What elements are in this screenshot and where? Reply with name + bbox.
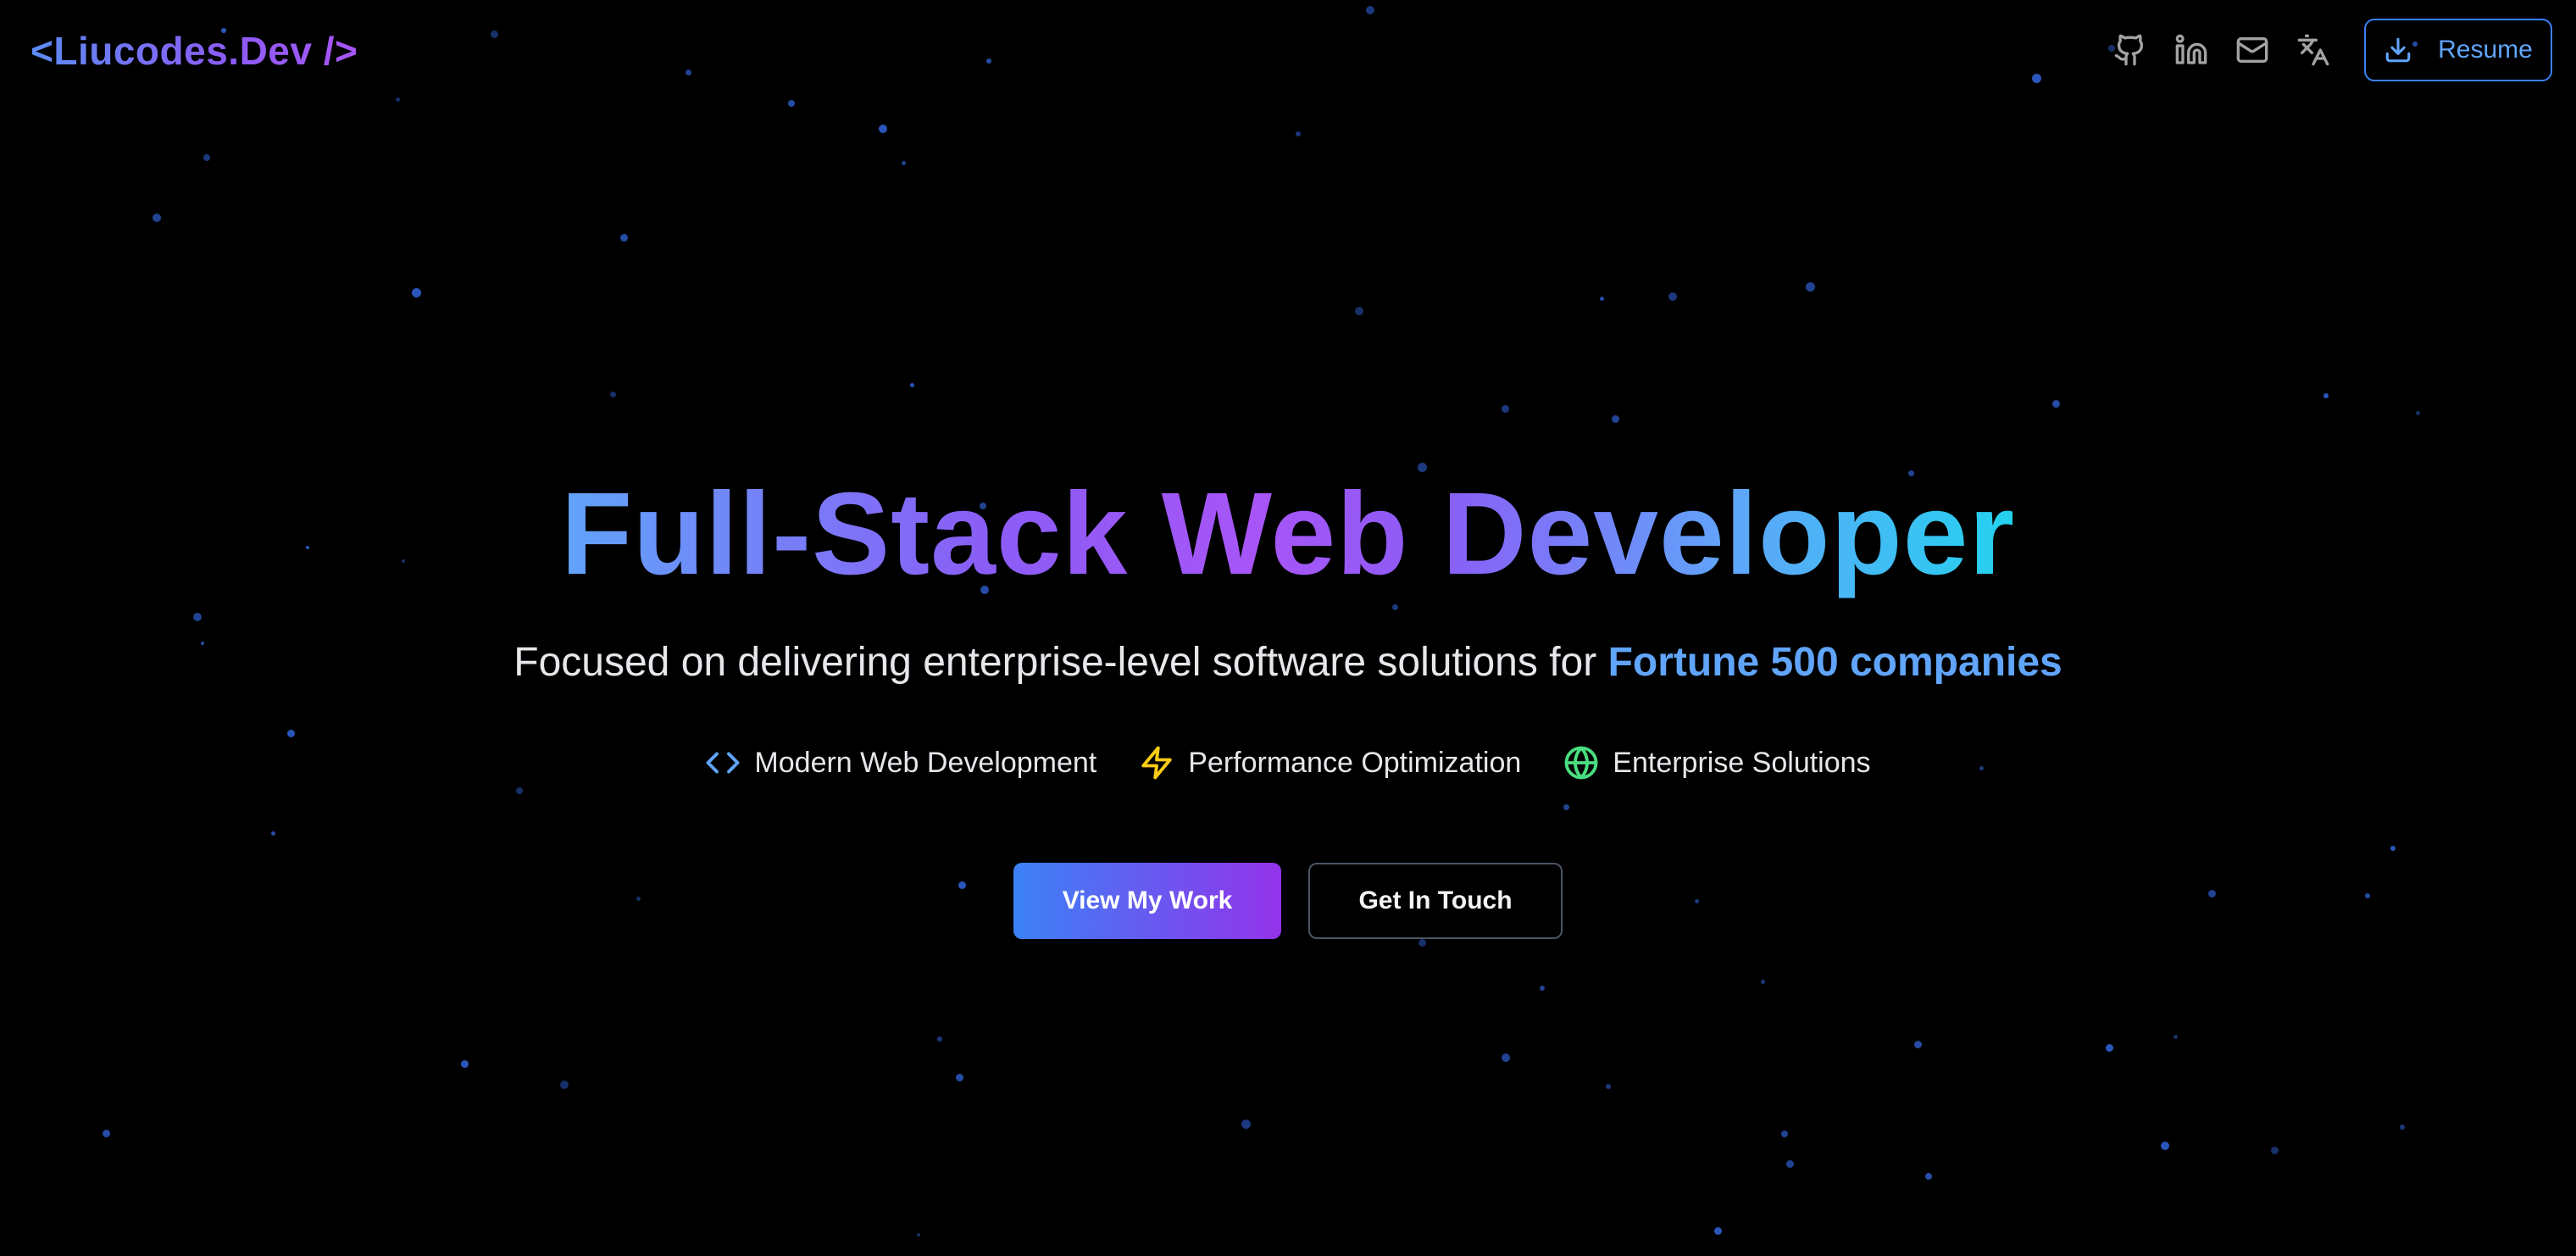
star-dot (1805, 281, 1815, 292)
feature-item-enterprise: Enterprise Solutions (1563, 739, 1871, 786)
feature-list: Modern Web Development Performance Optim… (0, 739, 2576, 786)
star-dot (1785, 1159, 1794, 1168)
resume-download-button[interactable]: Resume (2364, 19, 2552, 81)
star-dot (286, 729, 295, 737)
page: <Liucodes.Dev /> Resume Full-Stack Web D… (0, 0, 2576, 1256)
feature-label: Performance Optimization (1188, 747, 1522, 779)
star-dot (153, 214, 161, 222)
star-dot (917, 1233, 920, 1237)
star-dot (619, 233, 628, 242)
star-dot (102, 1129, 110, 1137)
star-dot (2173, 1034, 2178, 1039)
hero-title: Full-Stack Web Developer (0, 462, 2576, 606)
star-dot (2051, 399, 2060, 408)
globe-icon (1564, 746, 1598, 780)
star-dot (1241, 1119, 1251, 1129)
star-dot (560, 1081, 569, 1089)
star-dot (609, 391, 616, 397)
star-dot (1913, 1040, 1922, 1048)
star-dot (516, 787, 523, 794)
star-dot (411, 287, 421, 297)
get-in-touch-button[interactable]: Get In Touch (1308, 863, 1563, 939)
star-dot (2031, 73, 2041, 83)
linkedin-icon[interactable] (2168, 26, 2215, 74)
star-dot (1366, 6, 1374, 14)
header-actions: Resume (2107, 19, 2552, 81)
star-dot (1501, 404, 1509, 413)
star-dot (270, 831, 275, 836)
star-dot (1611, 414, 1619, 423)
star-dot (1563, 803, 1569, 810)
feature-item-performance: Performance Optimization (1139, 739, 1521, 786)
star-dot (901, 160, 906, 165)
star-dot (395, 97, 400, 102)
site-logo[interactable]: <Liucodes.Dev /> (31, 25, 358, 76)
star-dot (1418, 938, 1426, 947)
star-dot (460, 1059, 469, 1068)
star-dot (1296, 131, 1301, 136)
star-dot (1713, 1226, 1722, 1235)
cta-buttons: View My Work Get In Touch (0, 863, 2576, 939)
star-dot (1925, 1173, 1932, 1180)
mail-icon[interactable] (2229, 26, 2276, 74)
feature-item-web-development: Modern Web Development (705, 739, 1096, 786)
star-dot (1540, 986, 1545, 991)
star-dot (2161, 1142, 2169, 1150)
view-my-work-button[interactable]: View My Work (1013, 863, 1281, 939)
star-dot (1781, 1131, 1788, 1137)
star-dot (2390, 846, 2396, 851)
star-dot (203, 154, 210, 161)
star-dot (490, 30, 498, 38)
star-dot (909, 382, 914, 387)
star-dot (1760, 979, 1765, 984)
subtitle-prefix: Focused on delivering enterprise-level s… (514, 640, 1597, 685)
feature-label: Modern Web Development (754, 747, 1097, 779)
star-dot (193, 613, 202, 621)
download-icon (2385, 37, 2411, 63)
star-dot (955, 1073, 963, 1081)
subtitle-highlight: Fortune 500 companies (1607, 640, 2062, 685)
hero-subtitle: Focused on delivering enterprise-level s… (0, 636, 2576, 690)
star-dot (1355, 307, 1363, 315)
star-dot (986, 58, 991, 64)
star-dot (685, 69, 691, 75)
star-dot (2323, 393, 2329, 398)
hero-title-text: Full-Stack Web Developer (552, 462, 2024, 606)
translate-icon[interactable] (2290, 26, 2337, 74)
github-icon[interactable] (2107, 26, 2154, 74)
star-dot (1502, 1053, 1510, 1062)
star-dot (2270, 1146, 2279, 1154)
star-dot (879, 125, 887, 133)
code-icon (706, 752, 740, 774)
star-dot (1668, 292, 1677, 301)
feature-label: Enterprise Solutions (1613, 747, 1871, 779)
resume-label: Resume (2438, 36, 2533, 64)
star-background (0, 0, 2576, 1256)
star-dot (937, 1036, 942, 1042)
star-dot (2400, 1125, 2405, 1130)
star-dot (788, 100, 795, 107)
star-dot (2105, 1043, 2113, 1052)
star-dot (1606, 1084, 1611, 1089)
star-dot (1599, 296, 1604, 301)
star-dot (2415, 410, 2420, 415)
lightning-icon (1141, 746, 1172, 780)
